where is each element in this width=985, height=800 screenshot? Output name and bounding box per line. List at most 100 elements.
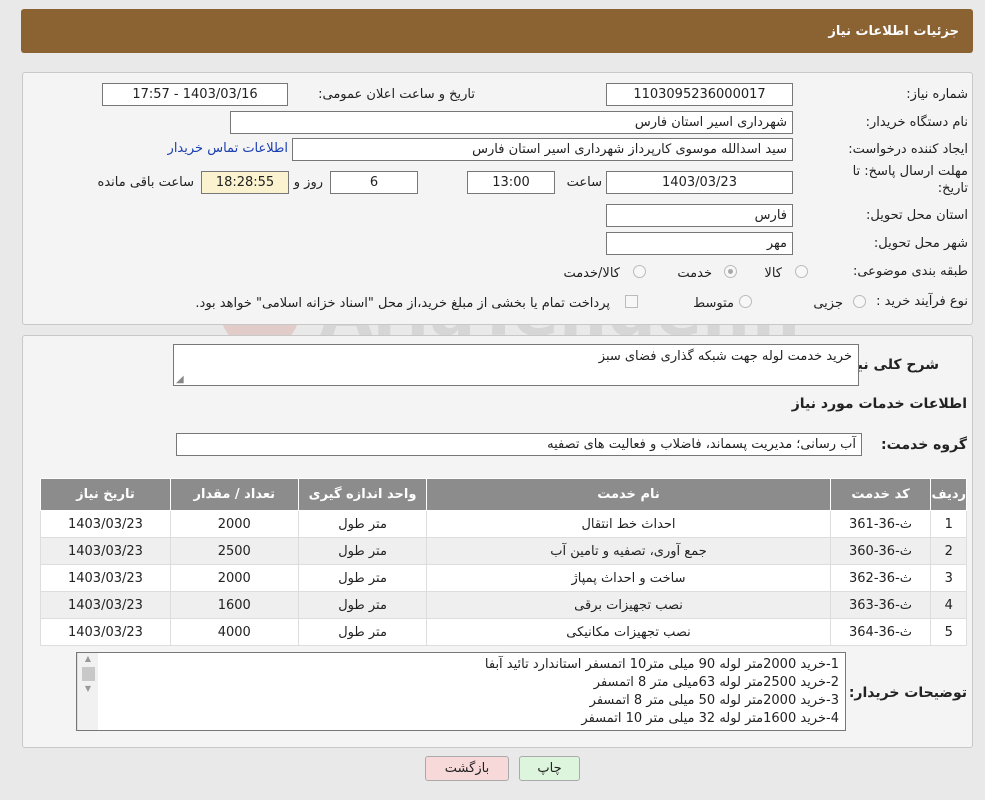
process-radio-minor[interactable] (853, 295, 866, 308)
buyer-contact-link[interactable]: اطلاعات تماس خریدار (168, 141, 288, 156)
service-group-field: آب رسانی؛ مدیریت پسماند، فاضلاب و فعالیت… (176, 433, 862, 456)
cell-date: 1403/03/23 (40, 564, 171, 592)
cell-index: 4 (930, 591, 967, 619)
col-header-qty: تعداد / مقدار (169, 478, 299, 511)
scroll-up-icon[interactable]: ▲ (78, 653, 98, 665)
cell-code: ث-36-360 (829, 537, 932, 565)
cell-date: 1403/03/23 (40, 537, 171, 565)
cell-index: 1 (930, 510, 967, 538)
col-header-index: ردیف (930, 478, 967, 511)
cell-date: 1403/03/23 (40, 618, 171, 646)
buyer-org-field: شهرداری اسیر استان فارس (230, 111, 793, 134)
category-label: طبقه بندی موضوعی: (852, 264, 968, 279)
remaining-time-field: 18:28:55 (201, 171, 289, 194)
cell-qty: 1600 (169, 591, 299, 619)
buyer-notes-line: 4-خرید 1600متر لوله 32 میلی متر 10 اتمسف… (581, 711, 839, 726)
category-option-service: خدمت (677, 266, 712, 281)
deadline-label-line1: مهلت ارسال پاسخ: تا (852, 164, 968, 179)
cell-index: 5 (930, 618, 967, 646)
cell-code: ث-36-362 (829, 564, 932, 592)
days-field: 6 (330, 171, 418, 194)
cell-qty: 2000 (169, 510, 299, 538)
buyer-notes-line: 2-خرید 2500متر لوله 63میلی متر 8 اتمسفر (593, 675, 839, 690)
creator-label: ایجاد کننده درخواست: (848, 142, 968, 157)
buyer-notes-textarea[interactable]: 1-خرید 2000متر لوله 90 میلی متر10 اتمسفر… (76, 652, 846, 731)
announce-label: تاریخ و ساعت اعلان عمومی: (318, 87, 475, 102)
services-title: اطلاعات خدمات مورد نیاز (791, 396, 967, 412)
cell-name: ساخت و احداث پمپاژ (426, 564, 831, 592)
process-radio-medium[interactable] (739, 295, 752, 308)
cell-unit: متر طول (297, 537, 428, 565)
buyer-notes-scrollbar[interactable]: ▲ ▼ (77, 653, 98, 730)
services-table: ردیف کد خدمت نام خدمت واحد اندازه گیری ت… (40, 478, 967, 646)
table-header-row: ردیف کد خدمت نام خدمت واحد اندازه گیری ت… (40, 478, 967, 511)
cell-code: ث-36-364 (829, 618, 932, 646)
info-panel (22, 72, 973, 325)
buyer-org-label: نام دستگاه خریدار: (865, 115, 968, 130)
category-radio-goods[interactable] (795, 265, 808, 278)
category-option-goods: کالا (764, 266, 782, 281)
col-header-date: تاریخ نیاز (40, 478, 171, 511)
deadline-label-line2: تاریخ: (937, 181, 968, 196)
back-button[interactable]: بازگشت (425, 756, 509, 781)
category-radio-service[interactable] (724, 265, 737, 278)
table-row[interactable]: 5 ث-36-364 نصب تجهیزات مکانیکی متر طول 4… (40, 618, 967, 646)
city-label: شهر محل تحویل: (873, 236, 968, 251)
cell-unit: متر طول (297, 510, 428, 538)
cell-index: 3 (930, 564, 967, 592)
cell-name: احداث خط انتقال (426, 510, 831, 538)
need-number-label: شماره نیاز: (906, 87, 968, 102)
col-header-code: کد خدمت (829, 478, 932, 511)
announce-field: 1403/03/16 - 17:57 (102, 83, 288, 106)
process-label: نوع فرآیند خرید : (876, 294, 968, 309)
treasury-checkbox[interactable] (625, 295, 638, 308)
days-label: روز و (293, 175, 323, 190)
province-label: استان محل تحویل: (866, 208, 968, 223)
cell-index: 2 (930, 537, 967, 565)
cell-unit: متر طول (297, 591, 428, 619)
payment-note: پرداخت تمام یا بخشی از مبلغ خرید،از محل … (195, 296, 610, 311)
cell-qty: 4000 (169, 618, 299, 646)
page-header: جزئیات اطلاعات نیاز (21, 9, 973, 53)
category-option-goods-service: کالا/خدمت (563, 266, 620, 281)
print-button[interactable]: چاپ (519, 756, 580, 781)
cell-unit: متر طول (297, 564, 428, 592)
cell-name: جمع آوری، تصفیه و تامین آب (426, 537, 831, 565)
city-field: مهر (606, 232, 793, 255)
resize-grip-icon[interactable]: ◢ (176, 374, 184, 385)
summary-value: خرید خدمت لوله جهت شبکه گذاری فضای سبز (598, 349, 852, 364)
province-field: فارس (606, 204, 793, 227)
table-row[interactable]: 2 ث-36-360 جمع آوری، تصفیه و تامین آب مت… (40, 537, 967, 565)
process-option-medium: متوسط (693, 296, 734, 311)
col-header-unit: واحد اندازه گیری (297, 478, 428, 511)
summary-textarea: خرید خدمت لوله جهت شبکه گذاری فضای سبز ◢ (173, 344, 859, 386)
scroll-down-icon[interactable]: ▼ (78, 683, 98, 695)
cell-unit: متر طول (297, 618, 428, 646)
table-row[interactable]: 4 ث-36-363 نصب تجهیزات برقی متر طول 1600… (40, 591, 967, 619)
scroll-thumb[interactable] (81, 667, 95, 681)
deadline-time-label: ساعت (566, 175, 602, 190)
cell-qty: 2000 (169, 564, 299, 592)
creator-field: سید اسدالله موسوی کارپرداز شهرداری اسیر … (292, 138, 793, 161)
table-row[interactable]: 3 ث-36-362 ساخت و احداث پمپاژ متر طول 20… (40, 564, 967, 592)
col-header-name: نام خدمت (426, 478, 831, 511)
buyer-notes-line: 1-خرید 2000متر لوله 90 میلی متر10 اتمسفر… (484, 657, 839, 672)
category-radio-goods-service[interactable] (633, 265, 646, 278)
cell-date: 1403/03/23 (40, 510, 171, 538)
buyer-notes-label: توضیحات خریدار: (848, 685, 967, 701)
need-number-field: 1103095236000017 (606, 83, 793, 106)
cell-qty: 2500 (169, 537, 299, 565)
table-row[interactable]: 1 ث-36-361 احداث خط انتقال متر طول 2000 … (40, 510, 967, 538)
cell-name: نصب تجهیزات مکانیکی (426, 618, 831, 646)
process-option-minor: جزیی (813, 296, 843, 311)
deadline-date-field: 1403/03/23 (606, 171, 793, 194)
buyer-notes-line: 3-خرید 2000متر لوله 50 میلی متر 8 اتمسفر (589, 693, 839, 708)
page-title: جزئیات اطلاعات نیاز (828, 23, 959, 39)
cell-name: نصب تجهیزات برقی (426, 591, 831, 619)
service-group-label: گروه خدمت: (881, 437, 967, 453)
cell-date: 1403/03/23 (40, 591, 171, 619)
remaining-label: ساعت باقی مانده (97, 175, 194, 190)
deadline-time-field: 13:00 (467, 171, 555, 194)
cell-code: ث-36-363 (829, 591, 932, 619)
cell-code: ث-36-361 (829, 510, 932, 538)
